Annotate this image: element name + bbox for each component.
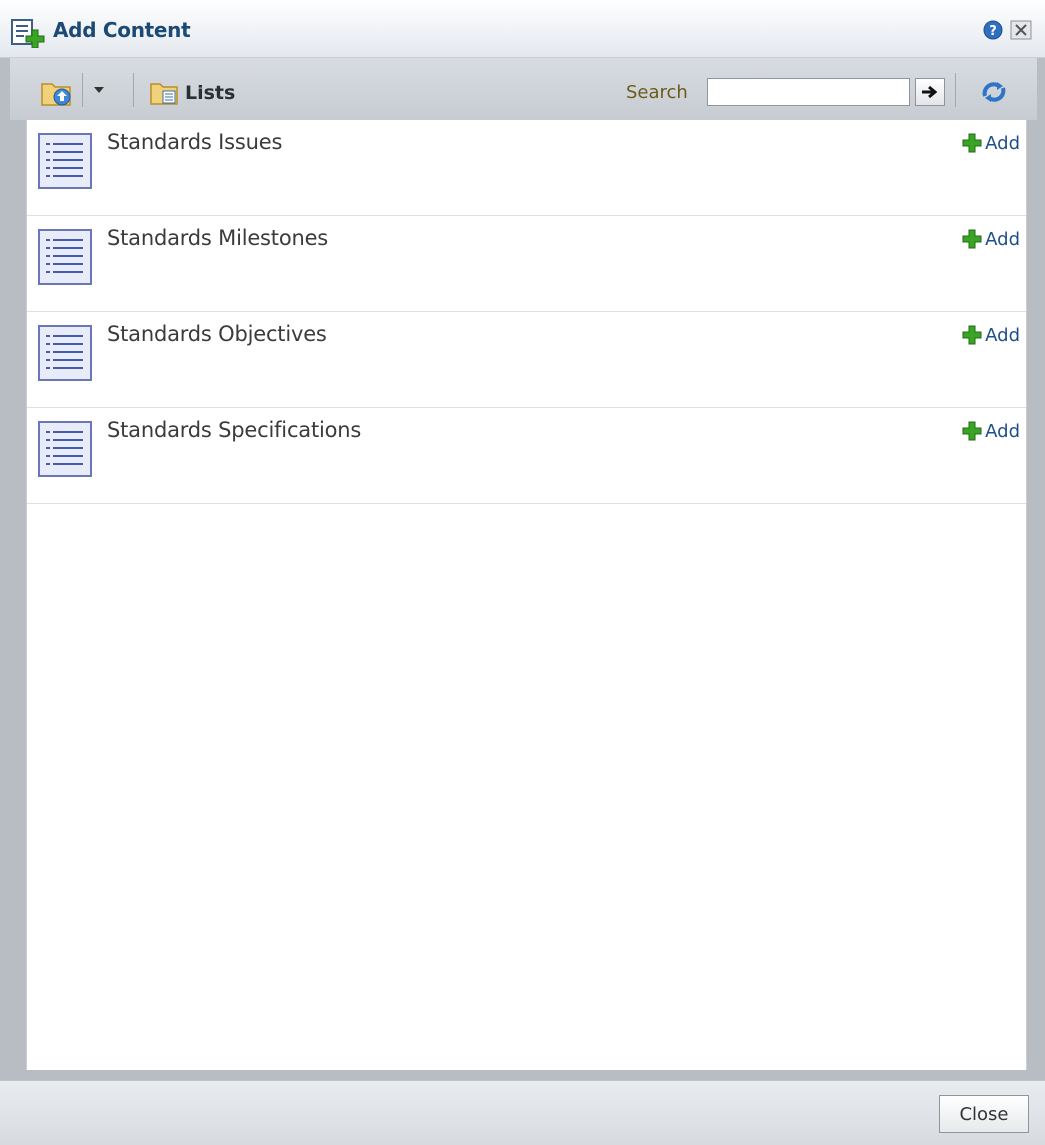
- add-label: Add: [985, 324, 1020, 346]
- list-item-title: Standards Issues: [107, 130, 283, 154]
- add-button[interactable]: Add: [962, 419, 1020, 443]
- add-button[interactable]: Add: [962, 131, 1020, 155]
- refresh-icon[interactable]: [977, 76, 1011, 108]
- folder-up-icon[interactable]: [40, 78, 74, 108]
- content-list: Standards Issues Add Standards Milestone…: [26, 120, 1027, 1070]
- toolbar-separator: [133, 73, 134, 107]
- list-item-title: Standards Milestones: [107, 226, 329, 250]
- list-icon: [38, 325, 92, 381]
- plus-icon: [962, 421, 982, 441]
- toolbar-separator: [955, 73, 956, 107]
- chevron-down-icon[interactable]: [93, 86, 105, 94]
- list-icon: [38, 229, 92, 285]
- close-button[interactable]: Close: [939, 1095, 1029, 1133]
- list-icon: [38, 133, 92, 189]
- arrow-right-icon: [922, 85, 938, 99]
- location-label: Lists: [185, 82, 236, 104]
- list-item[interactable]: Standards Specifications Add: [27, 408, 1026, 504]
- add-button[interactable]: Add: [962, 227, 1020, 251]
- list-item-title: Standards Objectives: [107, 322, 327, 346]
- search-go-button[interactable]: [915, 78, 945, 106]
- list-item[interactable]: Standards Objectives Add: [27, 312, 1026, 408]
- toolbar: Lists Search: [10, 58, 1037, 120]
- plus-icon: [962, 325, 982, 345]
- add-label: Add: [985, 228, 1020, 250]
- plus-icon: [962, 229, 982, 249]
- dialog-title: Add Content: [53, 18, 191, 42]
- list-item[interactable]: Standards Issues Add: [27, 120, 1026, 216]
- close-icon[interactable]: [1010, 20, 1032, 40]
- add-label: Add: [985, 132, 1020, 154]
- dialog-title-bar: Add Content ?: [0, 0, 1045, 58]
- search-input[interactable]: [707, 78, 910, 106]
- help-icon[interactable]: ?: [983, 20, 1003, 40]
- search-label: Search: [626, 82, 688, 103]
- svg-text:?: ?: [989, 24, 997, 39]
- list-icon: [38, 421, 92, 477]
- plus-icon: [962, 133, 982, 153]
- dialog-footer: Close: [0, 1080, 1045, 1145]
- add-content-icon: [11, 19, 45, 48]
- list-item[interactable]: Standards Milestones Add: [27, 216, 1026, 312]
- list-item-title: Standards Specifications: [107, 418, 362, 442]
- lists-folder-icon: [150, 83, 178, 105]
- add-button[interactable]: Add: [962, 323, 1020, 347]
- add-label: Add: [985, 420, 1020, 442]
- toolbar-separator: [82, 73, 83, 107]
